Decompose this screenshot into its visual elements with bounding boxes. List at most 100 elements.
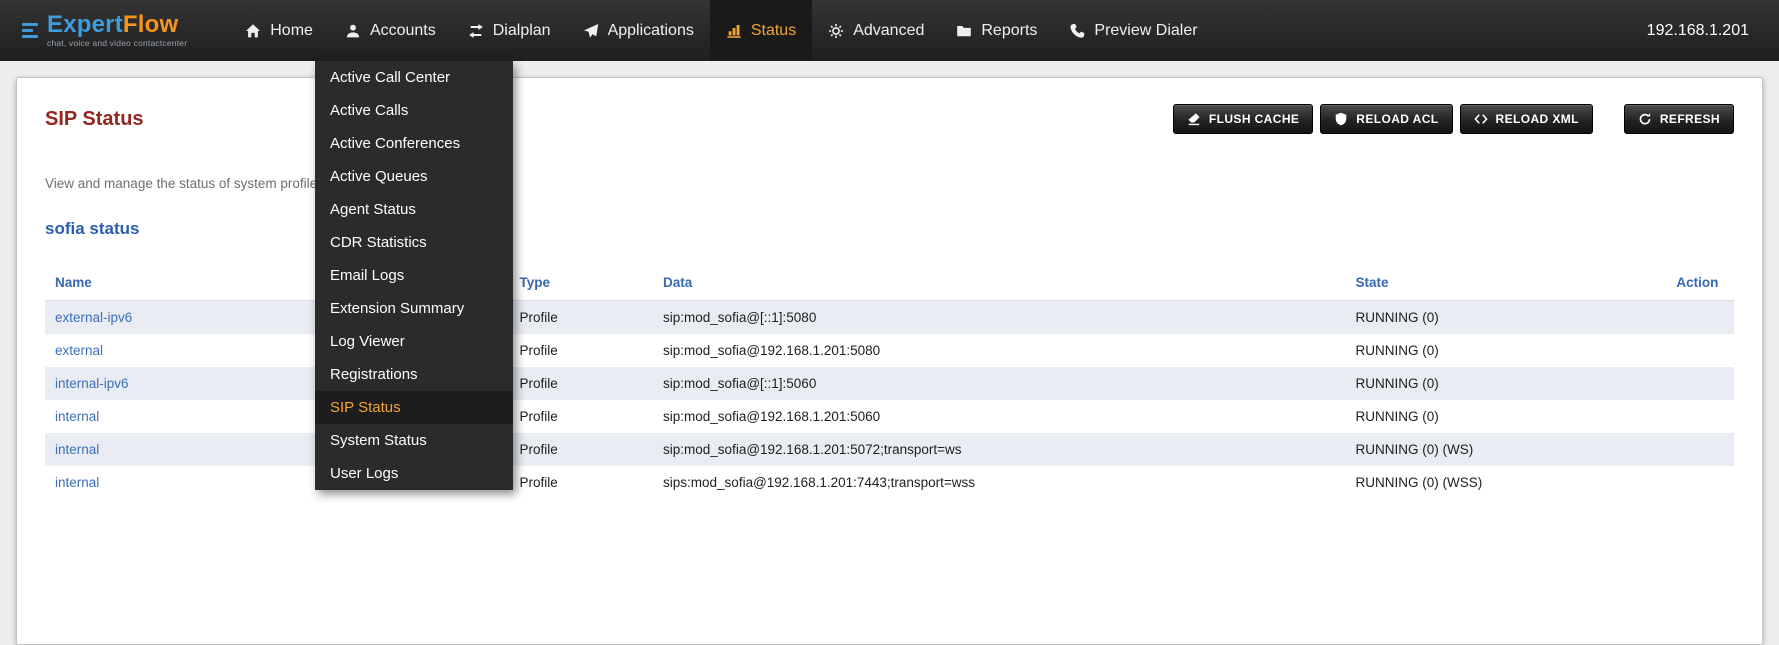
cell-type: Profile — [509, 400, 653, 433]
brand-tagline: chat, voice and video contactcenter — [47, 38, 187, 48]
nav-item-label: Dialplan — [493, 22, 551, 40]
cell-data: sip:mod_sofia@[::1]:5060 — [653, 367, 1345, 400]
cell-state: RUNNING (0) — [1346, 367, 1667, 400]
eraser-icon — [1187, 112, 1201, 126]
brand-name-primary: Expert — [47, 11, 123, 38]
nav-item-accounts[interactable]: Accounts — [329, 0, 452, 61]
cell-data: sip:mod_sofia@192.168.1.201:5080 — [653, 334, 1345, 367]
cell-state: RUNNING (0) — [1346, 334, 1667, 367]
table-row: external Profilesip:mod_sofia@192.168.1.2… — [45, 334, 1734, 367]
main-nav: Home Accounts Dialplan Applications Status Ad… — [229, 0, 1213, 61]
profile-name-link[interactable]: external — [55, 343, 103, 358]
cell-type: Profile — [509, 334, 653, 367]
button-label: RELOAD ACL — [1356, 112, 1438, 126]
menu-item-user-logs[interactable]: User Logs — [315, 457, 513, 490]
cell-type: Profile — [509, 301, 653, 335]
cell-type: Profile — [509, 466, 653, 499]
code-icon — [1474, 112, 1488, 126]
nav-item-applications[interactable]: Applications — [567, 0, 710, 61]
cell-data: sips:mod_sofia@192.168.1.201:7443;transp… — [653, 466, 1345, 499]
nav-item-label: Accounts — [370, 22, 436, 40]
table-row: internal Profilesip:mod_sofia@192.168.1.2… — [45, 433, 1734, 466]
refresh-button[interactable]: REFRESH — [1624, 104, 1734, 134]
page-header: SIP Status FLUSH CACHE RELOAD ACL RELOAD X… — [45, 104, 1734, 134]
menu-item-log-viewer[interactable]: Log Viewer — [315, 325, 513, 358]
cell-state: RUNNING (0) — [1346, 301, 1667, 335]
section-heading: sofia status — [45, 219, 1734, 239]
profile-name-link[interactable]: external-ipv6 — [55, 310, 132, 325]
profile-name-link[interactable]: internal — [55, 409, 99, 424]
nav-item-label: Preview Dialer — [1094, 22, 1197, 40]
sofia-status-table: NameTypeDataStateAction external-ipv6 Pro… — [45, 265, 1734, 499]
phone-icon — [1069, 23, 1085, 39]
nav-item-preview-dialer[interactable]: Preview Dialer — [1053, 0, 1213, 61]
menu-item-registrations[interactable]: Registrations — [315, 358, 513, 391]
table-row: external-ipv6Profilesip:mod_sofia@[::1]:… — [45, 301, 1734, 335]
profile-name-link[interactable]: internal — [55, 442, 99, 457]
cell-action — [1666, 433, 1734, 466]
nav-item-label: Home — [270, 22, 313, 40]
nav-item-home[interactable]: Home — [229, 0, 329, 61]
page-title: SIP Status — [45, 108, 144, 131]
nav-item-label: Status — [751, 22, 796, 40]
shield-icon — [1334, 112, 1348, 126]
profile-name-link[interactable]: internal-ipv6 — [55, 376, 129, 391]
cell-action — [1666, 334, 1734, 367]
refresh-icon — [1638, 112, 1652, 126]
status-icon — [726, 23, 742, 39]
button-label: FLUSH CACHE — [1209, 112, 1299, 126]
nav-item-reports[interactable]: Reports — [940, 0, 1053, 61]
reports-icon — [956, 23, 972, 39]
nav-item-advanced[interactable]: Advanced — [812, 0, 940, 61]
page-description: View and manage the status of system pro… — [45, 176, 1734, 191]
menu-item-active-calls[interactable]: Active Calls — [315, 94, 513, 127]
applications-icon — [583, 23, 599, 39]
profile-name-link[interactable]: internal — [55, 475, 99, 490]
button-label: REFRESH — [1660, 112, 1720, 126]
menu-item-sip-status[interactable]: SIP Status — [315, 391, 513, 424]
brand-text-block: ExpertFlow chat, voice and video contact… — [47, 14, 187, 48]
reload-xml-button[interactable]: RELOAD XML — [1460, 104, 1593, 134]
status-dropdown-menu: Active Call CenterActive CallsActive Con… — [315, 61, 513, 490]
menu-item-active-conferences[interactable]: Active Conferences — [315, 127, 513, 160]
menu-item-system-status[interactable]: System Status — [315, 424, 513, 457]
nav-item-label: Advanced — [853, 22, 924, 40]
top-navbar: ExpertFlow chat, voice and video contact… — [0, 0, 1779, 61]
button-label: RELOAD XML — [1496, 112, 1579, 126]
cell-action — [1666, 400, 1734, 433]
nav-item-label: Applications — [608, 22, 694, 40]
brand-name: ExpertFlow — [47, 14, 187, 36]
home-icon — [245, 23, 261, 39]
brand-name-secondary: Flow — [123, 11, 178, 38]
table-row: internal Profilesips:mod_sofia@192.168.1.… — [45, 466, 1734, 499]
cell-state: RUNNING (0) (WS) — [1346, 433, 1667, 466]
menu-item-email-logs[interactable]: Email Logs — [315, 259, 513, 292]
content-card: SIP Status FLUSH CACHE RELOAD ACL RELOAD X… — [16, 77, 1763, 645]
menu-item-extension-summary[interactable]: Extension Summary — [315, 292, 513, 325]
column-header-type: Type — [509, 265, 653, 301]
cell-data: sip:mod_sofia@192.168.1.201:5072;transpo… — [653, 433, 1345, 466]
menu-item-active-call-center[interactable]: Active Call Center — [315, 61, 513, 94]
column-header-state: State — [1346, 265, 1667, 301]
cell-action — [1666, 466, 1734, 499]
server-address: 192.168.1.201 — [1647, 0, 1779, 61]
flush-cache-button[interactable]: FLUSH CACHE — [1173, 104, 1313, 134]
nav-item-dialplan[interactable]: Dialplan — [452, 0, 567, 61]
menu-item-agent-status[interactable]: Agent Status — [315, 193, 513, 226]
nav-item-status[interactable]: Status — [710, 0, 812, 61]
reload-acl-button[interactable]: RELOAD ACL — [1320, 104, 1452, 134]
cell-data: sip:mod_sofia@192.168.1.201:5060 — [653, 400, 1345, 433]
cell-action — [1666, 301, 1734, 335]
cell-type: Profile — [509, 433, 653, 466]
cell-state: RUNNING (0) (WSS) — [1346, 466, 1667, 499]
brand-logo[interactable]: ExpertFlow chat, voice and video contact… — [0, 0, 203, 61]
table-row: internal-ipv6Profilesip:mod_sofia@[::1]:… — [45, 367, 1734, 400]
menu-item-cdr-statistics[interactable]: CDR Statistics — [315, 226, 513, 259]
nav-item-label: Reports — [981, 22, 1037, 40]
menu-item-active-queues[interactable]: Active Queues — [315, 160, 513, 193]
dialplan-icon — [468, 23, 484, 39]
page-toolbar: FLUSH CACHE RELOAD ACL RELOAD XML REFRESH — [1173, 104, 1734, 134]
table-header-row: NameTypeDataStateAction — [45, 265, 1734, 301]
gear-icon — [828, 23, 844, 39]
accounts-icon — [345, 23, 361, 39]
